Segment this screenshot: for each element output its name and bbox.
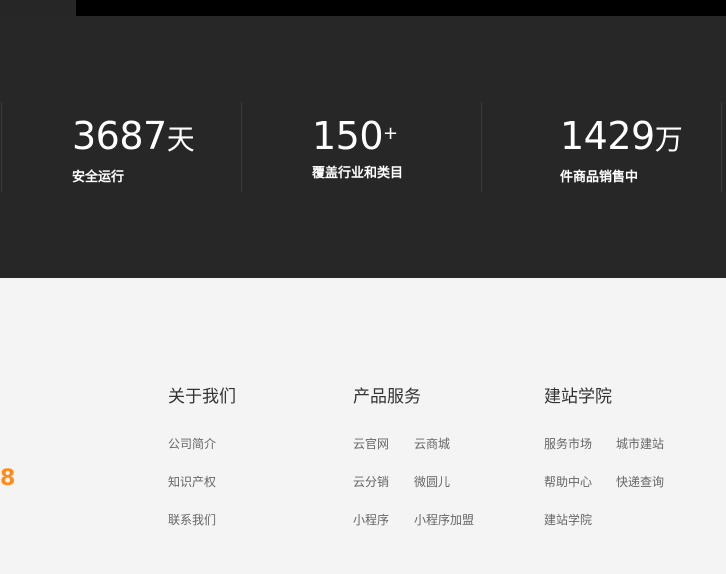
footer: 8 关于我们 公司简介 知识产权 联系我们 产品服务 云官网 云商城 云分销 微… xyxy=(0,278,726,574)
stats-divider xyxy=(481,102,482,192)
link-site-academy[interactable]: 建站学院 xyxy=(544,511,592,528)
top-bar xyxy=(0,0,726,16)
link-help-center[interactable]: 帮助中心 xyxy=(544,473,592,490)
stats-banner: 3687天 安全运行 150+ 覆盖行业和类目 1429万 件商品销售中 xyxy=(0,16,726,278)
stat-value: 1429万 xyxy=(560,114,683,158)
stats-divider xyxy=(721,102,722,192)
link-company-intro[interactable]: 公司简介 xyxy=(168,435,216,452)
stats-divider xyxy=(241,102,242,192)
link-express-query[interactable]: 快递查询 xyxy=(616,473,664,490)
top-bar-tab[interactable] xyxy=(0,0,76,16)
stat-value: 150+ xyxy=(312,114,398,158)
link-mini-program[interactable]: 小程序 xyxy=(353,511,389,528)
stat-value: 3687天 xyxy=(72,114,195,158)
stat-uptime: 3687天 安全运行 xyxy=(72,114,195,185)
stats-divider xyxy=(1,102,2,192)
stat-products: 1429万 件商品销售中 xyxy=(560,114,683,185)
link-cloud-site[interactable]: 云官网 xyxy=(353,435,389,452)
footer-title-products: 产品服务 xyxy=(353,387,421,407)
link-weiyuan[interactable]: 微圆儿 xyxy=(414,473,450,490)
link-cloud-distribution[interactable]: 云分销 xyxy=(353,473,389,490)
footer-title-about: 关于我们 xyxy=(168,387,236,407)
stat-industries: 150+ 覆盖行业和类目 xyxy=(312,114,403,181)
link-intellectual-property[interactable]: 知识产权 xyxy=(168,473,216,490)
link-mini-program-franchise[interactable]: 小程序加盟 xyxy=(414,511,474,528)
link-city-site[interactable]: 城市建站 xyxy=(616,435,664,452)
stat-label: 件商品销售中 xyxy=(560,170,639,185)
stat-label: 覆盖行业和类目 xyxy=(312,166,404,181)
link-cloud-mall[interactable]: 云商城 xyxy=(414,435,450,452)
link-contact-us[interactable]: 联系我们 xyxy=(168,511,216,528)
footer-title-academy: 建站学院 xyxy=(544,387,612,407)
link-service-market[interactable]: 服务市场 xyxy=(544,435,592,452)
phone-number-fragment: 8 xyxy=(0,466,16,491)
stat-label: 安全运行 xyxy=(72,170,125,185)
